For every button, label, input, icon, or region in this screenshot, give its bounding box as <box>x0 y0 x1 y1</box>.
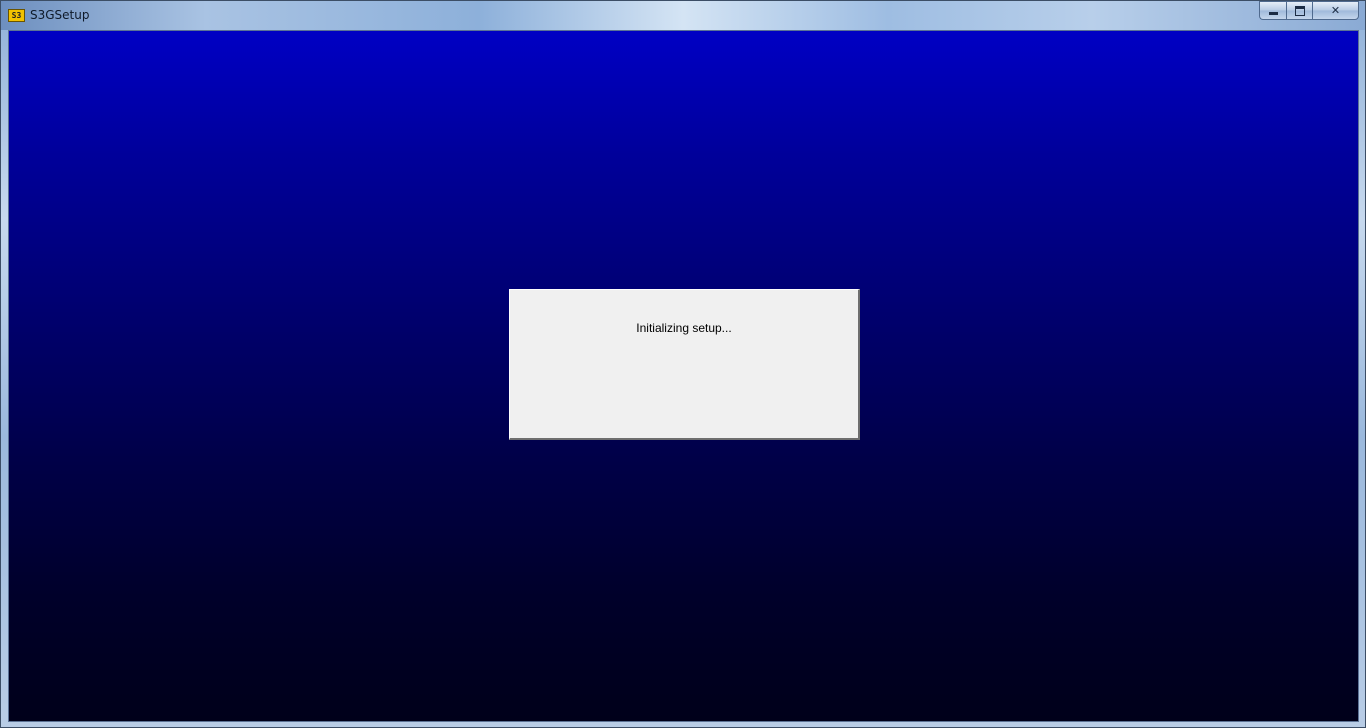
setup-background: Initializing setup... <box>8 30 1359 722</box>
minimize-icon <box>1268 11 1278 15</box>
status-message: Initializing setup... <box>636 321 732 335</box>
window-title: S3GSetup <box>30 8 90 22</box>
maximize-button[interactable] <box>1286 1 1312 20</box>
status-dialog: Initializing setup... <box>509 289 860 440</box>
maximize-icon <box>1294 5 1305 16</box>
s3-logo-icon: S3 <box>8 9 25 22</box>
minimize-button[interactable] <box>1259 1 1286 20</box>
close-button[interactable]: ✕ <box>1312 1 1359 20</box>
title-bar[interactable]: S3 S3GSetup ✕ <box>1 1 1365 30</box>
caption-buttons: ✕ <box>1259 1 1359 21</box>
close-icon: ✕ <box>1330 4 1341 17</box>
setup-window: S3 S3GSetup ✕ Initializing setup... <box>0 0 1366 728</box>
